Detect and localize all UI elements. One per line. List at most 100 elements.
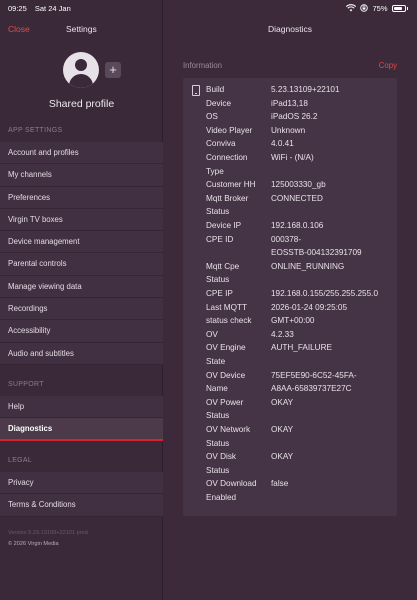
menu-item-recordings[interactable]: Recordings	[0, 298, 163, 321]
diagnostic-key: Last MQTT status check	[206, 301, 270, 328]
copy-button[interactable]: Copy	[379, 61, 397, 70]
menu-item-diagnostics[interactable]: Diagnostics	[0, 418, 163, 441]
diagnostic-key-line: OV Power	[206, 397, 244, 407]
diagnostic-key-line: Last MQTT	[206, 302, 247, 312]
close-button[interactable]: Close	[8, 24, 30, 34]
menu-item-preferences[interactable]: Preferences	[0, 186, 163, 209]
app-settings-section-label: APP SETTINGS	[8, 127, 63, 134]
diagnostic-row: Last MQTT status check 2026-01-24 09:25:05…	[183, 301, 397, 328]
diagnostic-value-line: ONLINE_RUNNING	[271, 261, 345, 271]
diagnostic-value-line: 192.168.0.155/255.255.255.0	[271, 289, 378, 298]
diagnostic-key-line: CPE IP	[206, 289, 233, 298]
diagnostic-value: 000378- EOSSTB-004132391709	[271, 233, 395, 260]
diagnostic-key: Build	[206, 83, 270, 97]
diagnostic-key: OV Device Name	[206, 369, 270, 396]
diagnostic-key-line: Video Player	[206, 125, 253, 135]
diagnostic-value-line: A8AA-65839737E27C	[271, 384, 352, 394]
diagnostic-value-line: OKAY	[271, 425, 294, 434]
diagnostics-panel: Diagnostics Information Copy Build 5.23.1…	[163, 0, 417, 600]
menu-item-help[interactable]: Help	[0, 396, 163, 419]
diagnostic-key-line: status check	[206, 316, 252, 326]
battery-icon	[391, 4, 406, 12]
diagnostic-key: Device IP	[206, 219, 270, 233]
diagnostic-value-line: 4.2.33	[271, 329, 294, 339]
diagnostic-key: OV Power Status	[206, 396, 270, 423]
diagnostic-row: CPE IP 192.168.0.155/255.255.255.0	[183, 287, 397, 301]
diagnostics-info-card: Build 5.23.13109+22101 Device iPad13,18 OS iP…	[183, 78, 397, 516]
diagnostic-value: 192.168.0.106	[271, 219, 395, 233]
diagnostic-value-line: OKAY	[271, 452, 294, 462]
status-date: Sat 24 Jan	[34, 3, 71, 13]
diagnostic-key: OV Disk Status	[206, 450, 270, 477]
menu-item-virgin-tv-boxes[interactable]: Virgin TV boxes	[0, 208, 163, 232]
diagnostic-row: OV Device Name 75EF5E90-6C52-45FA- A8AA-658…	[183, 369, 397, 396]
diagnostic-key-line: Enabled	[206, 492, 237, 502]
diagnostic-row: OV Disk Status OKAY	[183, 450, 397, 477]
menu-item-privacy[interactable]: Privacy	[0, 472, 163, 495]
diagnostic-row: OS iPadOS 26.2	[183, 110, 397, 124]
diagnostic-key: Customer HH	[206, 178, 270, 192]
diagnostic-key-line: Mqtt Broker	[206, 193, 249, 203]
diagnostic-key-line: Status	[206, 207, 230, 217]
diagnostic-key-line: Device IP	[206, 221, 242, 230]
menu-item-parental-controls[interactable]: Parental controls	[0, 253, 163, 276]
diagnostic-value-line: iPad13,18	[271, 98, 308, 108]
diagnostic-key: CPE ID	[206, 233, 270, 247]
diagnostic-row: Customer HH 125003330_gb	[183, 178, 397, 192]
diagnostic-row: Video Player Unknown	[183, 124, 397, 138]
diagnostic-value: 5.23.13109+22101	[271, 83, 395, 97]
diagnostic-key: Mqtt Cpe Status	[206, 260, 270, 287]
diagnostic-key-line: Conviva	[206, 139, 236, 149]
diagnostic-key-line: Mqtt Cpe	[206, 261, 240, 271]
menu-item-accessibility[interactable]: Accessibility	[0, 320, 163, 343]
diagnostic-value: OKAY	[271, 423, 395, 437]
diagnostic-value: iPad13,18	[271, 97, 395, 111]
menu-item-my-channels[interactable]: My channels	[0, 164, 163, 187]
diagnostic-key-line: Connection	[206, 153, 248, 162]
diagnostic-value-line: false	[271, 479, 289, 489]
diagnostic-value: ONLINE_RUNNING	[271, 260, 395, 274]
diagnostic-key-line: OS	[206, 112, 218, 122]
diagnostic-value-line: 2026-01-24 09:25:05	[271, 302, 348, 312]
diagnostic-value: 125003330_gb	[271, 178, 395, 192]
diagnostic-row: Device IP 192.168.0.106	[183, 219, 397, 233]
support-section-label: SUPPORT	[8, 381, 44, 388]
diagnostic-key-line: Customer HH	[206, 180, 256, 190]
page-title: Diagnostics	[268, 24, 312, 34]
legal-menu: Privacy Terms & Conditions	[0, 472, 163, 517]
diagnostic-value: Unknown	[271, 124, 395, 138]
diagnostic-key-line: OV	[206, 329, 218, 339]
diagnostic-key: OV Download Enabled	[206, 477, 270, 504]
menu-item-audio-and-subtitles[interactable]: Audio and subtitles	[0, 342, 163, 365]
diagnostic-row: OV Power Status OKAY	[183, 396, 397, 423]
diagnostic-key-line: Status	[206, 275, 230, 285]
diagnostic-row: CPE ID 000378- EOSSTB-004132391709	[183, 233, 397, 260]
diagnostic-value-line: AUTH_FAILURE	[271, 343, 332, 353]
diagnostic-key-line: OV Network	[206, 425, 251, 434]
sidebar-header: Close Settings	[0, 24, 163, 38]
diagnostic-value-line: OKAY	[271, 397, 294, 407]
diagnostic-value: CONNECTED	[271, 192, 395, 206]
diagnostic-row: OV 4.2.33	[183, 328, 397, 342]
add-profile-button[interactable]: +	[105, 62, 121, 78]
diagnostic-row: Build 5.23.13109+22101	[183, 83, 397, 97]
avatar[interactable]	[63, 52, 99, 88]
diagnostic-key-line: Type	[206, 166, 224, 176]
diagnostic-row: Mqtt Broker Status CONNECTED	[183, 192, 397, 219]
diagnostic-value-line: CONNECTED	[271, 193, 323, 203]
diagnostic-value-line: 75EF5E90-6C52-45FA-	[271, 370, 357, 380]
diagnostic-key-line: OV Device	[206, 370, 246, 380]
diagnostic-row: OV Engine State AUTH_FAILURE	[183, 341, 397, 368]
menu-item-device-management[interactable]: Device management	[0, 231, 163, 254]
menu-item-manage-viewing-data[interactable]: Manage viewing data	[0, 275, 163, 299]
avatar-head	[75, 59, 87, 71]
app-settings-menu: Account and profiles My channels Prefere…	[0, 142, 163, 365]
diagnostic-value-line: 5.23.13109+22101	[271, 85, 340, 94]
menu-item-account-and-profiles[interactable]: Account and profiles	[0, 142, 163, 165]
diagnostic-row: OV Download Enabled false	[183, 477, 397, 504]
diagnostic-key: OV Network Status	[206, 423, 270, 450]
diagnostic-value-line: EOSSTB-004132391709	[271, 248, 362, 258]
menu-item-terms-and-conditions[interactable]: Terms & Conditions	[0, 494, 163, 517]
diagnostic-value: 4.2.33	[271, 328, 395, 342]
screen-lock-icon	[360, 4, 369, 12]
